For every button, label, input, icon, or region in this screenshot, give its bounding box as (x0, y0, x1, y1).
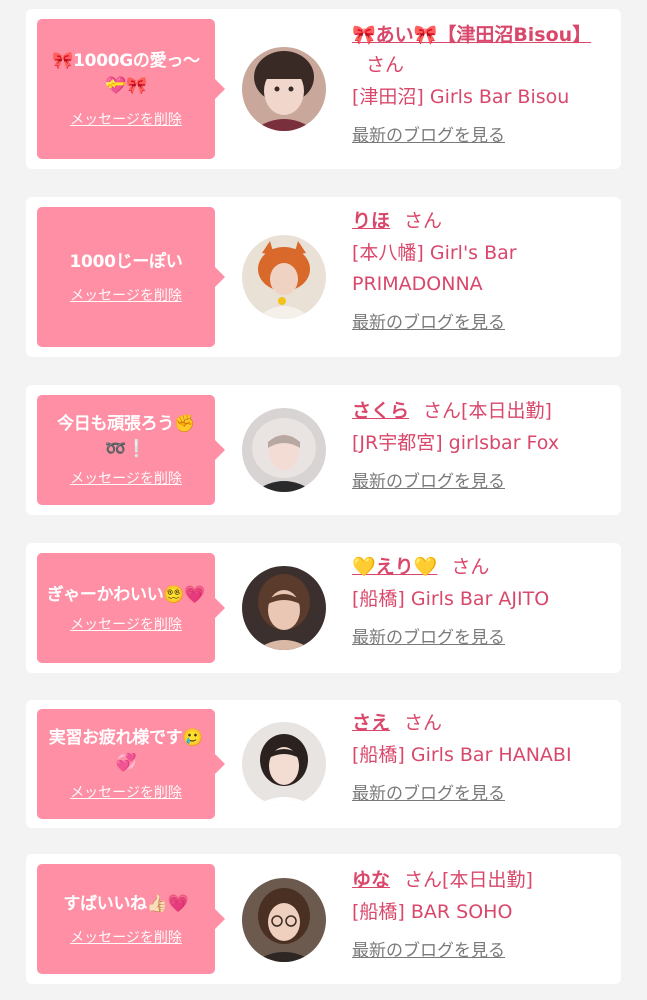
girl-info: りほ さん [本八幡] Girl's Bar PRIMADONNA 最新のブログを… (352, 206, 614, 333)
message-card: 🎀1000Gの愛っ〜💝🎀 メッセージを削除 🎀あい🎀【津田沼Bisou】さん [… (26, 9, 621, 169)
delete-message-link[interactable]: メッセージを削除 (70, 782, 182, 802)
message-card: 実習お疲れ様です🥲💞 メッセージを削除 さえ さん [船橋] Girls Bar … (26, 700, 621, 828)
message-text: 実習お疲れ様です🥲💞 (48, 728, 204, 773)
girl-info: さくら さん[本日出勤] [JR宇都宮] girlsbar Fox 最新のブログを… (352, 396, 614, 492)
attendance-status: [本日出勤] (461, 400, 552, 422)
avatar-photo (242, 878, 326, 962)
message-card: ぎゃーかわいい😵‍💫💗 メッセージを削除 💛えり💛 さん [船橋] Girls B… (26, 543, 621, 673)
girl-name-link[interactable]: さくら (352, 400, 409, 422)
message-text: 1000じーぽい (69, 251, 183, 272)
honorific: さん (366, 54, 405, 76)
honorific: さん (404, 869, 443, 891)
girl-info: 🎀あい🎀【津田沼Bisou】さん [津田沼] Girls Bar Bisou 最… (352, 20, 614, 146)
girl-name-link[interactable]: りほ (352, 210, 390, 232)
girl-name-link[interactable]: ゆな (352, 869, 390, 891)
honorific: さん (451, 556, 490, 578)
message-bubble: 🎀1000Gの愛っ〜💝🎀 メッセージを削除 (37, 19, 225, 159)
message-text: 今日も頑張ろう✊️➿❕ (57, 414, 195, 459)
message-card: 今日も頑張ろう✊️➿❕ メッセージを削除 さくら さん[本日出勤] [JR宇都宮]… (26, 385, 621, 515)
attendance-status: [本日出勤] (442, 869, 533, 891)
name-line: ゆな さん[本日出勤] (352, 865, 614, 895)
shop-name: [津田沼] Girls Bar Bisou (352, 86, 570, 108)
shop-name: [船橋] Girls Bar HANABI (352, 744, 572, 766)
girl-name-link[interactable]: 🎀あい🎀【津田沼Bisou】 (352, 24, 591, 46)
delete-message-link[interactable]: メッセージを削除 (70, 614, 182, 634)
name-line: さくら さん[本日出勤] (352, 396, 614, 426)
girl-name-link[interactable]: 💛えり💛 (352, 556, 437, 578)
honorific: さん (404, 210, 443, 232)
delete-message-link[interactable]: メッセージを削除 (70, 468, 182, 488)
avatar-photo (242, 722, 326, 806)
latest-blog-link[interactable]: 最新のブログを見る (352, 308, 505, 333)
message-card: すばいいね👍🏻💗 メッセージを削除 ゆな さん[本日出勤] [船橋] BAR SO… (26, 854, 621, 984)
avatar[interactable] (242, 722, 326, 806)
avatar-photo (242, 408, 326, 492)
girl-name-link[interactable]: さえ (352, 712, 390, 734)
shop-name: [JR宇都宮] girlsbar Fox (352, 432, 560, 454)
avatar[interactable] (242, 878, 326, 962)
message-card: 1000じーぽい メッセージを削除 りほ さん [本八幡] Girl's Bar … (26, 197, 621, 357)
message-text: すばいいね👍🏻💗 (63, 893, 189, 914)
name-line: 💛えり💛 さん (352, 552, 614, 582)
shop-name: [船橋] BAR SOHO (352, 901, 513, 923)
name-line: 🎀あい🎀【津田沼Bisou】さん (352, 20, 614, 80)
shop-name: [船橋] Girls Bar AJITO (352, 588, 550, 610)
latest-blog-link[interactable]: 最新のブログを見る (352, 121, 505, 146)
message-bubble: ぎゃーかわいい😵‍💫💗 メッセージを削除 (37, 553, 225, 663)
message-bubble: 今日も頑張ろう✊️➿❕ メッセージを削除 (37, 395, 225, 505)
avatar[interactable] (242, 47, 326, 131)
honorific: さん (404, 712, 443, 734)
delete-message-link[interactable]: メッセージを削除 (70, 927, 182, 947)
latest-blog-link[interactable]: 最新のブログを見る (352, 779, 505, 804)
message-text: 🎀1000Gの愛っ〜💝🎀 (52, 51, 200, 96)
girl-info: さえ さん [船橋] Girls Bar HANABI 最新のブログを見る (352, 708, 614, 804)
avatar-photo (242, 566, 326, 650)
delete-message-link[interactable]: メッセージを削除 (70, 109, 182, 129)
avatar[interactable] (242, 566, 326, 650)
name-line: さえ さん (352, 708, 614, 738)
latest-blog-link[interactable]: 最新のブログを見る (352, 936, 505, 961)
girl-info: ゆな さん[本日出勤] [船橋] BAR SOHO 最新のブログを見る (352, 865, 614, 961)
message-text: ぎゃーかわいい😵‍💫💗 (46, 584, 206, 605)
name-line: りほ さん (352, 206, 614, 236)
girl-info: 💛えり💛 さん [船橋] Girls Bar AJITO 最新のブログを見る (352, 552, 614, 648)
delete-message-link[interactable]: メッセージを削除 (70, 285, 182, 305)
avatar-photo (242, 47, 326, 131)
latest-blog-link[interactable]: 最新のブログを見る (352, 623, 505, 648)
shop-name: [本八幡] Girl's Bar PRIMADONNA (352, 242, 517, 295)
avatar[interactable] (242, 408, 326, 492)
message-bubble: 1000じーぽい メッセージを削除 (37, 207, 225, 347)
honorific: さん (423, 400, 462, 422)
message-bubble: 実習お疲れ様です🥲💞 メッセージを削除 (37, 709, 225, 819)
avatar-photo (242, 235, 326, 319)
message-bubble: すばいいね👍🏻💗 メッセージを削除 (37, 864, 225, 974)
latest-blog-link[interactable]: 最新のブログを見る (352, 467, 505, 492)
avatar[interactable] (242, 235, 326, 319)
